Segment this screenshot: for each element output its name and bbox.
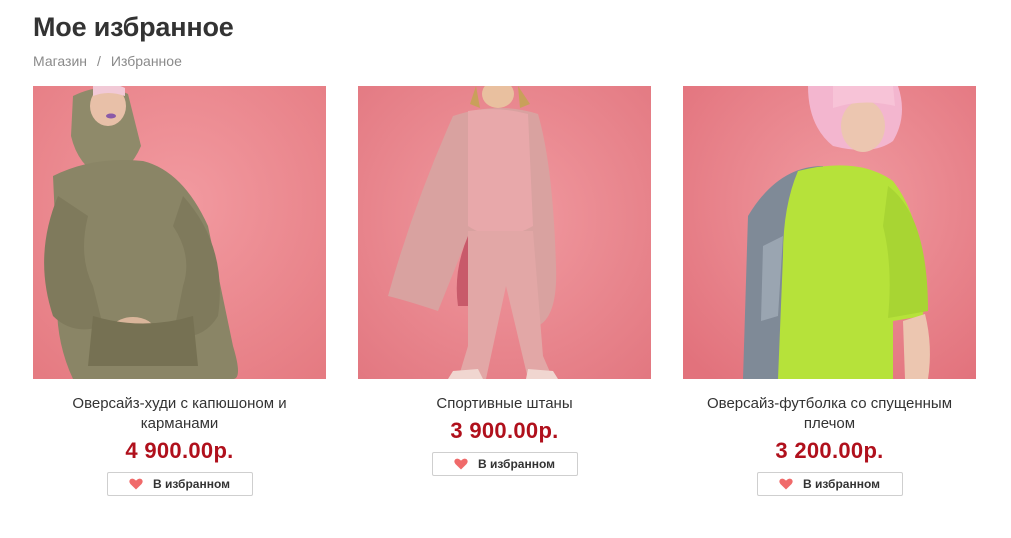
product-name[interactable]: Оверсайз-худи с капюшоном и карманами <box>50 394 310 434</box>
favorite-button[interactable]: В избранном <box>106 472 253 496</box>
heart-icon <box>779 478 793 490</box>
page-title: Мое избранное <box>33 12 234 42</box>
favorites-page: Мое избранное Магазин / Избранное Оверса… <box>0 0 1011 538</box>
product-price: 3 900.00р. <box>450 418 559 443</box>
breadcrumb-item-shop[interactable]: Магазин <box>33 53 87 69</box>
favorite-button-label: В избранном <box>802 477 880 491</box>
favorite-button[interactable]: В избранном <box>756 472 903 496</box>
heart-icon <box>454 458 468 470</box>
favorite-button-label: В избранном <box>477 457 555 471</box>
breadcrumb-item-favorites: Избранное <box>110 53 182 69</box>
product-name[interactable]: Оверсайз-футболка со спущенным плечом <box>700 394 960 434</box>
product-card: Спортивные штаны 3 900.00р. В избранном <box>358 86 651 496</box>
product-card: Оверсайз-футболка со спущенным плечом 3 … <box>683 86 976 496</box>
product-price: 4 900.00р. <box>125 438 234 463</box>
product-image[interactable] <box>33 86 326 379</box>
product-image[interactable] <box>358 86 651 379</box>
breadcrumb: Магазин / Избранное <box>33 53 182 69</box>
product-price: 3 200.00р. <box>775 438 884 463</box>
product-image[interactable] <box>683 86 976 379</box>
heart-icon <box>129 478 143 490</box>
favorite-button[interactable]: В избранном <box>431 452 578 476</box>
product-card: Оверсайз-худи с капюшоном и карманами 4 … <box>33 86 326 496</box>
breadcrumb-separator: / <box>97 53 101 69</box>
product-name[interactable]: Спортивные штаны <box>375 394 635 414</box>
favorite-button-label: В избранном <box>152 477 230 491</box>
product-grid: Оверсайз-худи с капюшоном и карманами 4 … <box>33 86 976 496</box>
